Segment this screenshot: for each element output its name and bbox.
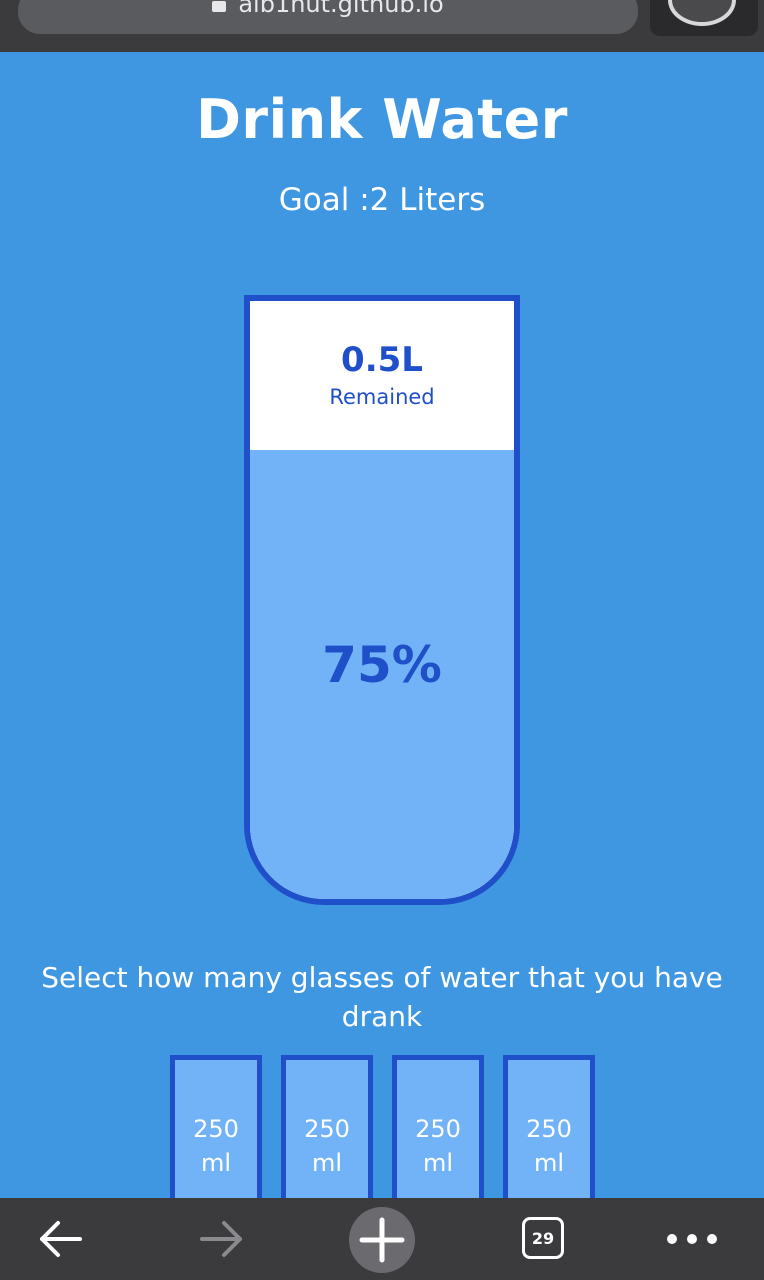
page-title: Drink Water	[196, 88, 568, 151]
glass-unit: ml	[533, 1149, 565, 1177]
big-cup: 0.5L Remained 75%	[244, 295, 520, 905]
lock-icon	[212, 1, 227, 12]
glass-amount: 250	[304, 1115, 350, 1143]
new-tab-button[interactable]	[349, 1207, 415, 1273]
glasses-row: 250 ml 250 ml 250 ml 250 ml	[170, 1055, 600, 1215]
address-bar[interactable]: aib1nut.github.io	[18, 0, 638, 34]
browser-bottom-bar: 29	[0, 1198, 764, 1280]
glass-unit: ml	[422, 1149, 454, 1177]
glass-option-1[interactable]: 250 ml	[170, 1055, 262, 1215]
glass-amount: 250	[415, 1115, 461, 1143]
tabs-button[interactable]: 29	[522, 1217, 564, 1259]
glass-amount: 250	[526, 1115, 572, 1143]
tab-count: 29	[531, 1228, 555, 1248]
remained-label: Remained	[329, 385, 435, 410]
instruction-text: Select how many glasses of water that yo…	[41, 961, 723, 1033]
browser-top-bar: aib1nut.github.io	[0, 0, 764, 52]
back-button[interactable]	[34, 1198, 86, 1280]
arrow-left-icon	[40, 1221, 82, 1257]
more-button[interactable]	[664, 1198, 720, 1280]
forward-button[interactable]	[196, 1198, 248, 1280]
more-icon	[667, 1234, 717, 1244]
arrow-right-icon	[200, 1221, 242, 1257]
profile-button[interactable]	[650, 0, 758, 36]
page: aib1nut.github.io Drink Water Goal :2 Li…	[0, 0, 764, 1280]
glass-unit: ml	[200, 1149, 232, 1177]
water-fill: 75%	[250, 450, 514, 899]
percentage-label: 75%	[322, 635, 442, 694]
glass-option-3[interactable]: 250 ml	[392, 1055, 484, 1215]
glass-unit: ml	[311, 1149, 343, 1177]
glass-amount: 250	[193, 1115, 239, 1143]
plus-icon	[359, 1217, 405, 1263]
remained-section: 0.5L Remained	[250, 301, 514, 450]
profile-icon	[668, 0, 736, 26]
glass-option-2[interactable]: 250 ml	[281, 1055, 373, 1215]
url-text: aib1nut.github.io	[238, 0, 444, 18]
goal-text: Goal :2 Liters	[278, 182, 486, 218]
glass-option-4[interactable]: 250 ml	[503, 1055, 595, 1215]
remained-amount: 0.5L	[341, 339, 423, 380]
